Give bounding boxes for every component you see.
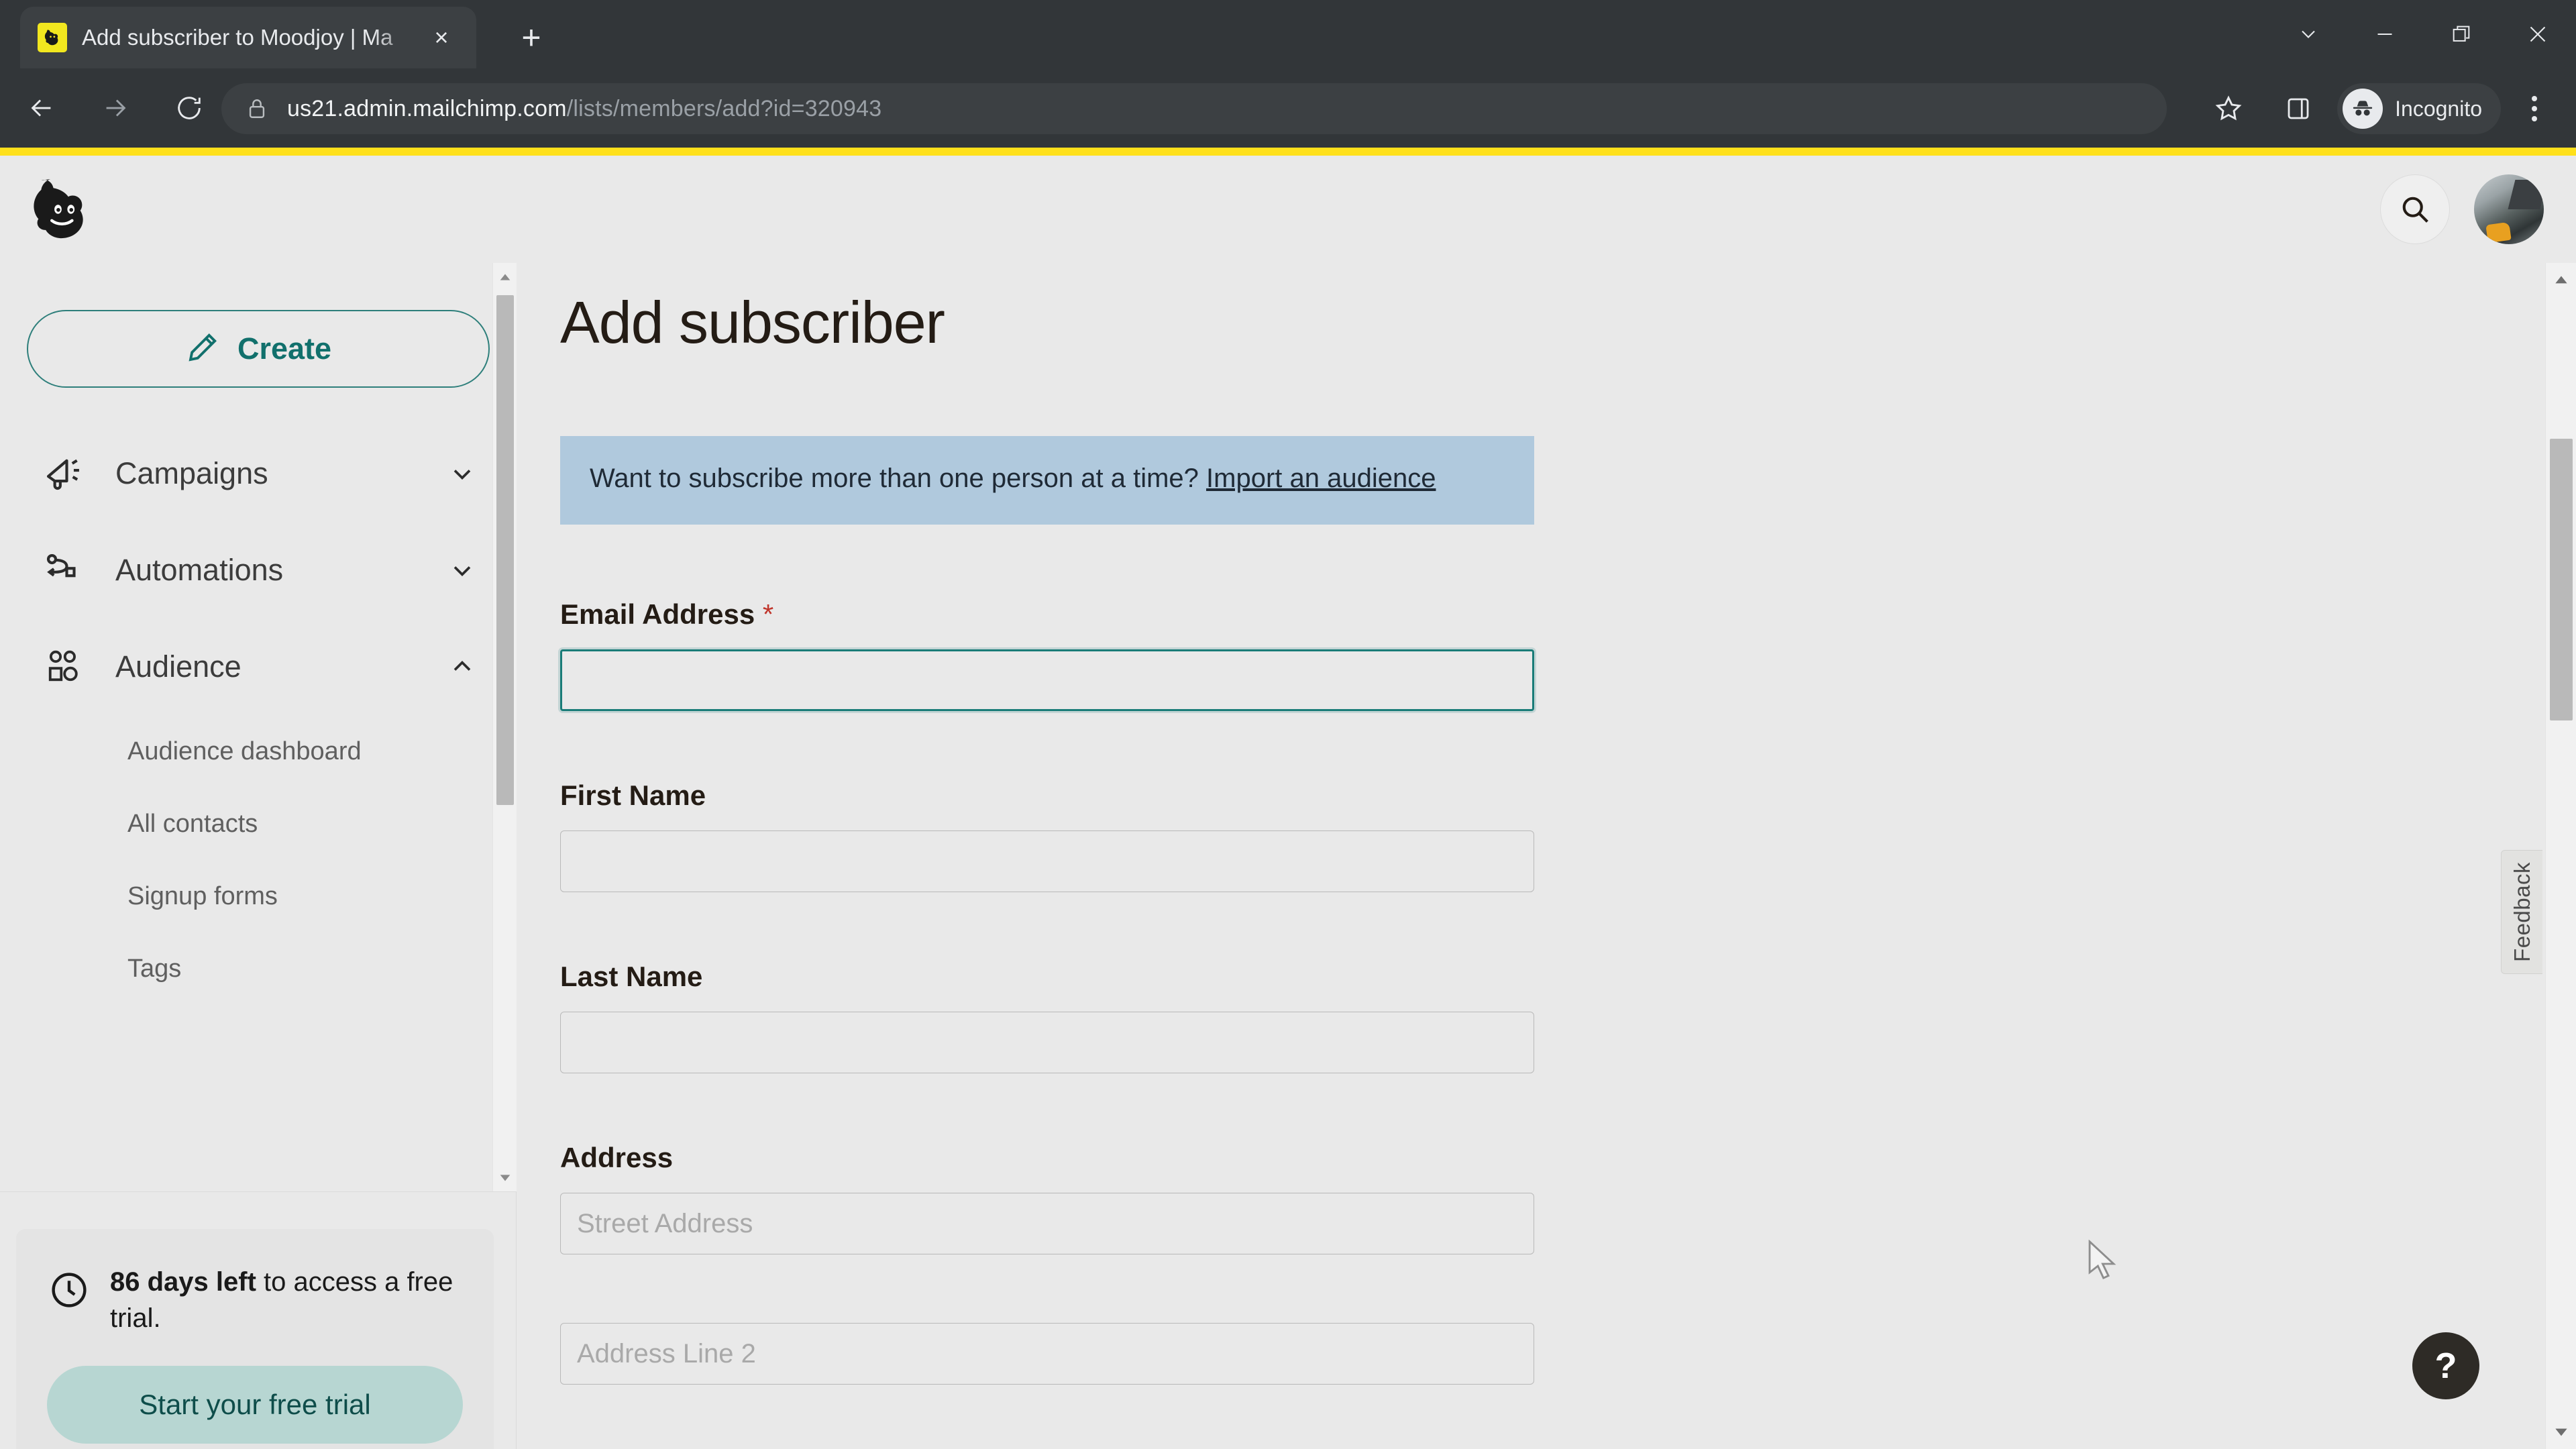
first-name-input[interactable]: [560, 830, 1534, 892]
side-panel-icon[interactable]: [2267, 78, 2329, 140]
field-label-address: Address: [560, 1142, 674, 1173]
close-window-icon[interactable]: [2500, 0, 2576, 68]
url-text: us21.admin.mailchimp.com/lists/members/a…: [287, 96, 881, 122]
chevron-down-icon[interactable]: [447, 458, 478, 489]
sidebar-item-audience-label: Audience: [115, 649, 241, 684]
chevron-down-icon[interactable]: [447, 555, 478, 586]
sidebar-scrollbar[interactable]: [492, 263, 517, 1191]
street-address-input[interactable]: [560, 1193, 1534, 1254]
megaphone-icon: [39, 449, 87, 498]
page-scrollbar-thumb[interactable]: [2550, 439, 2573, 720]
minimize-icon[interactable]: [2347, 0, 2423, 68]
close-tab-icon[interactable]: ×: [424, 20, 459, 55]
chevron-down-icon[interactable]: [2270, 0, 2347, 68]
url-path: /lists/members/add?id=320943: [566, 95, 882, 121]
trial-days: 86 days left: [110, 1267, 256, 1297]
import-audience-link[interactable]: Import an audience: [1206, 464, 1436, 493]
last-name-input[interactable]: [560, 1012, 1534, 1073]
field-email-address: Email Address *: [560, 598, 1534, 711]
create-button-label: Create: [237, 331, 332, 366]
scroll-down-arrow-icon[interactable]: [493, 1165, 517, 1189]
incognito-label: Incognito: [2395, 96, 2482, 121]
bookmark-star-icon[interactable]: [2198, 78, 2259, 140]
audience-submenu: Audience dashboard All contacts Signup f…: [0, 715, 517, 1005]
create-button[interactable]: Create: [27, 310, 490, 388]
sidebar: Create Campaigns Automations Audience Au…: [0, 263, 517, 1449]
back-button-icon[interactable]: [9, 76, 74, 140]
trial-text: 86 days left to access a free trial.: [110, 1264, 463, 1336]
scroll-up-arrow-icon[interactable]: [493, 266, 517, 290]
sidebar-scroll-region: Create Campaigns Automations Audience Au…: [0, 263, 517, 1192]
browser-tab-strip: Add subscriber to Moodjoy | Ma × +: [0, 0, 2576, 68]
email-address-input[interactable]: [560, 649, 1534, 711]
window-controls: [2270, 0, 2576, 68]
field-label-first-name: First Name: [560, 780, 706, 811]
app-header: [0, 156, 2576, 263]
mailchimp-favicon: [38, 23, 67, 52]
free-trial-card: 86 days left to access a free trial. Sta…: [16, 1229, 494, 1449]
avatar[interactable]: [2474, 174, 2544, 244]
brand-accent-bar: [0, 148, 2576, 156]
audience-people-icon: [39, 643, 87, 691]
chevron-up-icon[interactable]: [447, 651, 478, 682]
main-content: Add subscriber Want to subscribe more th…: [517, 263, 2544, 1449]
page-title: Add subscriber: [560, 289, 945, 356]
sidebar-item-automations-label: Automations: [115, 553, 284, 587]
sidebar-item-all-contacts[interactable]: All contacts: [0, 788, 517, 860]
sidebar-item-tags[interactable]: Tags: [0, 932, 517, 1005]
scroll-up-arrow-icon[interactable]: [2546, 265, 2576, 296]
sidebar-item-campaigns[interactable]: Campaigns: [0, 425, 517, 522]
mailchimp-freddie-logo[interactable]: [27, 174, 99, 244]
field-last-name: Last Name: [560, 961, 1534, 1073]
trial-message: 86 days left to access a free trial.: [47, 1264, 463, 1336]
sidebar-nav: Campaigns Automations Audience Audience …: [0, 425, 517, 1005]
feedback-tab[interactable]: Feedback: [2501, 850, 2542, 974]
field-first-name: First Name: [560, 780, 1534, 892]
forward-button-icon[interactable]: [83, 76, 148, 140]
banner-text: Want to subscribe more than one person a…: [590, 464, 1207, 493]
sidebar-item-audience[interactable]: Audience: [0, 619, 517, 715]
sidebar-item-automations[interactable]: Automations: [0, 522, 517, 619]
page-viewport: Create Campaigns Automations Audience Au…: [0, 148, 2576, 1449]
new-tab-button[interactable]: +: [510, 16, 553, 59]
page-scrollbar[interactable]: [2545, 263, 2576, 1449]
header-right-actions: [2380, 174, 2544, 244]
feedback-tab-label: Feedback: [2509, 862, 2534, 962]
sidebar-item-signup-forms[interactable]: Signup forms: [0, 860, 517, 932]
address-line-2-input[interactable]: [560, 1323, 1534, 1385]
sidebar-item-audience-dashboard[interactable]: Audience dashboard: [0, 715, 517, 788]
incognito-indicator[interactable]: Incognito: [2337, 83, 2501, 134]
field-label-email-address: Email Address *: [560, 598, 1534, 631]
sidebar-scrollbar-thumb[interactable]: [496, 295, 514, 805]
reload-button-icon[interactable]: [157, 76, 221, 140]
clock-icon: [47, 1268, 91, 1312]
scroll-down-arrow-icon[interactable]: [2546, 1416, 2576, 1447]
sidebar-item-campaigns-label: Campaigns: [115, 456, 268, 490]
browser-tab[interactable]: Add subscriber to Moodjoy | Ma ×: [20, 7, 476, 68]
automation-flow-icon: [39, 546, 87, 594]
help-button[interactable]: ?: [2412, 1332, 2479, 1399]
address-bar[interactable]: us21.admin.mailchimp.com/lists/members/a…: [221, 83, 2167, 134]
browser-tab-title: Add subscriber to Moodjoy | Ma: [82, 25, 393, 50]
browser-toolbar: us21.admin.mailchimp.com/lists/members/a…: [0, 68, 2576, 148]
mouse-cursor: [2088, 1239, 2118, 1280]
field-address: Address: [560, 1142, 1534, 1254]
field-label-text: Email Address: [560, 598, 755, 630]
import-audience-banner: Want to subscribe more than one person a…: [560, 436, 1534, 525]
url-host: us21.admin.mailchimp.com: [287, 95, 567, 121]
pencil-icon: [185, 330, 220, 368]
field-label-last-name: Last Name: [560, 961, 703, 992]
required-marker: *: [762, 598, 774, 630]
search-icon[interactable]: [2380, 174, 2450, 244]
toolbar-right-actions: Incognito: [2198, 78, 2576, 140]
lock-icon: [246, 96, 268, 121]
start-free-trial-button[interactable]: Start your free trial: [47, 1366, 463, 1444]
browser-menu-icon[interactable]: [2508, 78, 2561, 140]
maximize-icon[interactable]: [2423, 0, 2500, 68]
incognito-icon: [2343, 89, 2383, 129]
field-address-line-2: [560, 1323, 1534, 1385]
